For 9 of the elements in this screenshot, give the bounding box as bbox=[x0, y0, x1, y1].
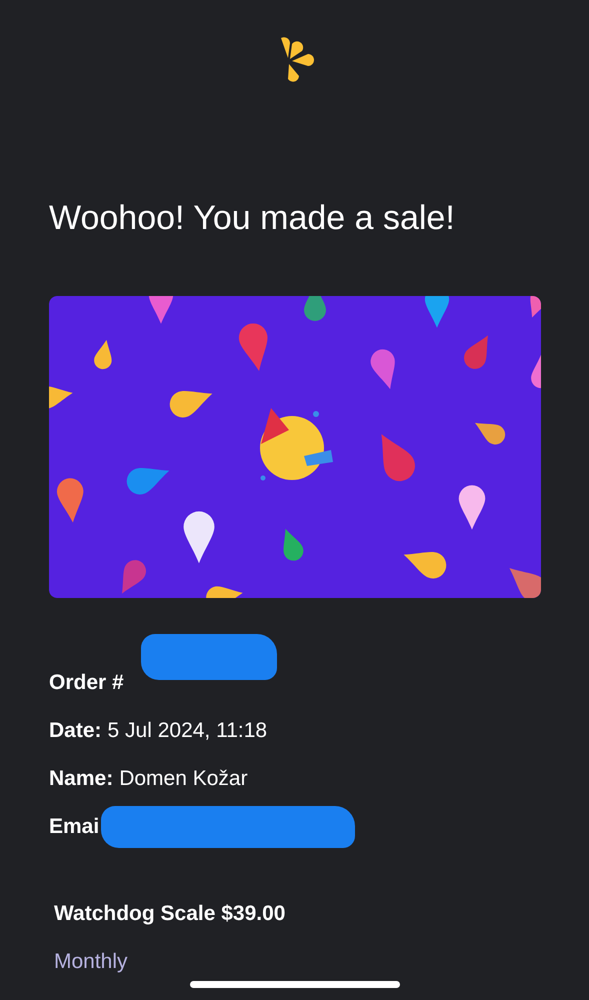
field-label: Date: bbox=[49, 718, 102, 744]
headline: Woohoo! You made a sale! bbox=[49, 198, 456, 238]
field-label: Order # bbox=[49, 670, 124, 696]
field-value: Domen Kožar bbox=[119, 766, 248, 792]
product-name: Watchdog Scale $39.00 bbox=[54, 902, 286, 926]
field-label: Emai bbox=[49, 814, 100, 840]
field-label: Name: bbox=[49, 766, 114, 792]
billing-period: Monthly bbox=[54, 950, 129, 974]
field-value: 5 Jul 2024, 11:18 bbox=[108, 718, 268, 744]
